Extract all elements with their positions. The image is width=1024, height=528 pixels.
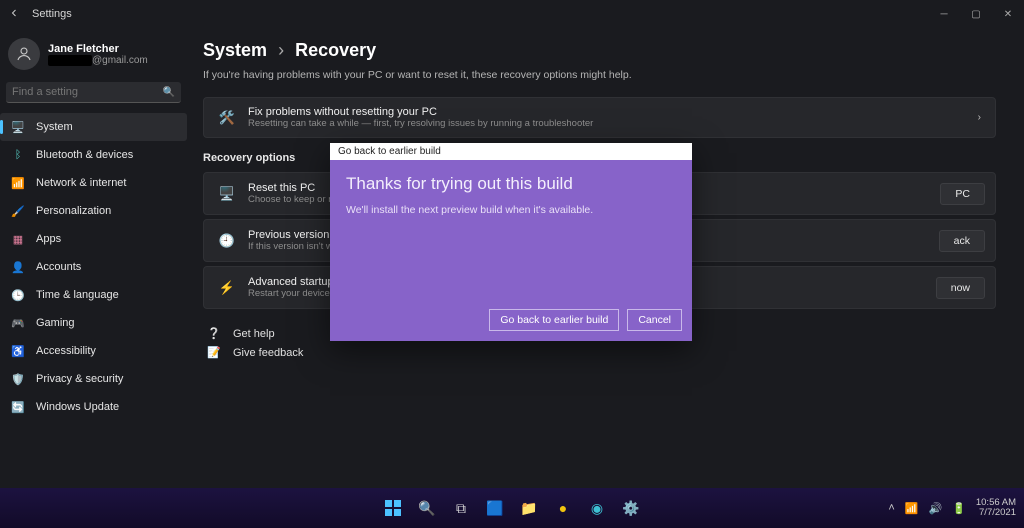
breadcrumb-leaf: Recovery xyxy=(295,40,376,60)
dialog-titlebar: Go back to earlier build xyxy=(330,143,692,160)
nav-accounts[interactable]: 👤 Accounts xyxy=(0,253,187,281)
widgets[interactable]: 🟦 xyxy=(483,496,507,520)
card-icon: 🖥️ xyxy=(216,183,238,205)
nav-label: Gaming xyxy=(36,317,75,329)
profile-block[interactable]: Jane Fletcher xxxxxxxx@gmail.com xyxy=(8,38,187,70)
give-feedback-link[interactable]: 📝 Give feedback xyxy=(207,346,996,359)
nav-icon: 🔄 xyxy=(10,399,26,415)
nav-icon: ᛒ xyxy=(10,147,26,163)
nav-privacy-security[interactable]: 🛡️ Privacy & security xyxy=(0,365,187,393)
nav-personalization[interactable]: 🖌️ Personalization xyxy=(0,197,187,225)
nav-icon: ▦ xyxy=(10,231,26,247)
card-icon: 🕘 xyxy=(216,230,238,252)
nav-time-language[interactable]: 🕒 Time & language xyxy=(0,281,187,309)
task-view[interactable]: ⧉ xyxy=(449,496,473,520)
dialog-body: We'll install the next preview build whe… xyxy=(346,204,676,216)
profile-email: xxxxxxxx@gmail.com xyxy=(48,55,148,66)
nav-system[interactable]: 🖥️ System xyxy=(0,113,187,141)
go-back-dialog: Go back to earlier build Thanks for tryi… xyxy=(330,143,692,341)
volume-icon[interactable]: 🔊 xyxy=(928,502,942,515)
nav-label: Privacy & security xyxy=(36,373,123,385)
card-action-button[interactable]: now xyxy=(936,277,985,299)
nav-label: System xyxy=(36,121,73,133)
nav-label: Accounts xyxy=(36,261,81,273)
nav-label: Personalization xyxy=(36,205,111,217)
nav-label: Windows Update xyxy=(36,401,119,413)
nav-bluetooth-devices[interactable]: ᛒ Bluetooth & devices xyxy=(0,141,187,169)
nav-label: Apps xyxy=(36,233,61,245)
nav-gaming[interactable]: 🎮 Gaming xyxy=(0,309,187,337)
card-action-button[interactable]: ack xyxy=(939,230,985,252)
minimize-button[interactable]: ─ xyxy=(928,0,960,28)
profile-name: Jane Fletcher xyxy=(48,43,148,55)
nav-label: Bluetooth & devices xyxy=(36,149,133,161)
avatar xyxy=(8,38,40,70)
wrench-icon: 🛠️ xyxy=(216,107,238,129)
nav-apps[interactable]: ▦ Apps xyxy=(0,225,187,253)
chrome[interactable]: ● xyxy=(551,496,575,520)
search-input[interactable] xyxy=(12,86,163,98)
start-button[interactable] xyxy=(381,496,405,520)
wifi-icon[interactable]: 📶 xyxy=(905,502,919,515)
back-button[interactable] xyxy=(6,7,22,22)
taskbar: 🔍 ⧉ 🟦 📁 ● ◉ ⚙️ ˄ 📶 🔊 🔋 10:56 AM 7/7/2021 xyxy=(0,488,1024,528)
nav-icon: 🖌️ xyxy=(10,203,26,219)
nav-windows-update[interactable]: 🔄 Windows Update xyxy=(0,393,187,421)
troubleshoot-sub: Resetting can take a while — first, try … xyxy=(248,118,593,129)
close-button[interactable]: ✕ xyxy=(992,0,1024,28)
nav-icon: 📶 xyxy=(10,175,26,191)
page-description: If you're having problems with your PC o… xyxy=(203,69,996,81)
go-back-button[interactable]: Go back to earlier build xyxy=(489,309,619,331)
nav-label: Network & internet xyxy=(36,177,126,189)
settings-taskbar[interactable]: ⚙️ xyxy=(619,496,643,520)
card-icon: ⚡ xyxy=(216,277,238,299)
troubleshoot-title: Fix problems without resetting your PC xyxy=(248,106,593,118)
nav-icon: 🖥️ xyxy=(10,119,26,135)
nav-icon: 🛡️ xyxy=(10,371,26,387)
dialog-heading: Thanks for trying out this build xyxy=(346,174,676,194)
nav-accessibility[interactable]: ♿ Accessibility xyxy=(0,337,187,365)
breadcrumb: System › Recovery xyxy=(203,40,996,61)
chevron-right-icon: › xyxy=(978,112,981,123)
help-icon: ❔ xyxy=(207,327,223,340)
nav-icon: 👤 xyxy=(10,259,26,275)
card-action-button[interactable]: PC xyxy=(940,183,985,205)
nav-network-internet[interactable]: 📶 Network & internet xyxy=(0,169,187,197)
battery-icon[interactable]: 🔋 xyxy=(952,502,966,515)
taskbar-search[interactable]: 🔍 xyxy=(415,496,439,520)
cancel-button[interactable]: Cancel xyxy=(627,309,682,331)
tray-chevron[interactable]: ˄ xyxy=(888,502,894,514)
maximize-button[interactable]: ▢ xyxy=(960,0,992,28)
edge[interactable]: ◉ xyxy=(585,496,609,520)
chevron-right-icon: › xyxy=(278,40,284,60)
window-title: Settings xyxy=(32,8,72,20)
nav-label: Accessibility xyxy=(36,345,96,357)
feedback-icon: 📝 xyxy=(207,346,223,359)
nav-icon: 🎮 xyxy=(10,315,26,331)
file-explorer[interactable]: 📁 xyxy=(517,496,541,520)
nav-icon: 🕒 xyxy=(10,287,26,303)
search-icon: 🔍 xyxy=(163,87,175,98)
nav-icon: ♿ xyxy=(10,343,26,359)
nav-label: Time & language xyxy=(36,289,119,301)
troubleshoot-card[interactable]: 🛠️ Fix problems without resetting your P… xyxy=(203,97,996,138)
search-box[interactable]: 🔍 xyxy=(6,82,181,103)
clock[interactable]: 10:56 AM 7/7/2021 xyxy=(976,498,1016,519)
breadcrumb-root[interactable]: System xyxy=(203,40,267,60)
